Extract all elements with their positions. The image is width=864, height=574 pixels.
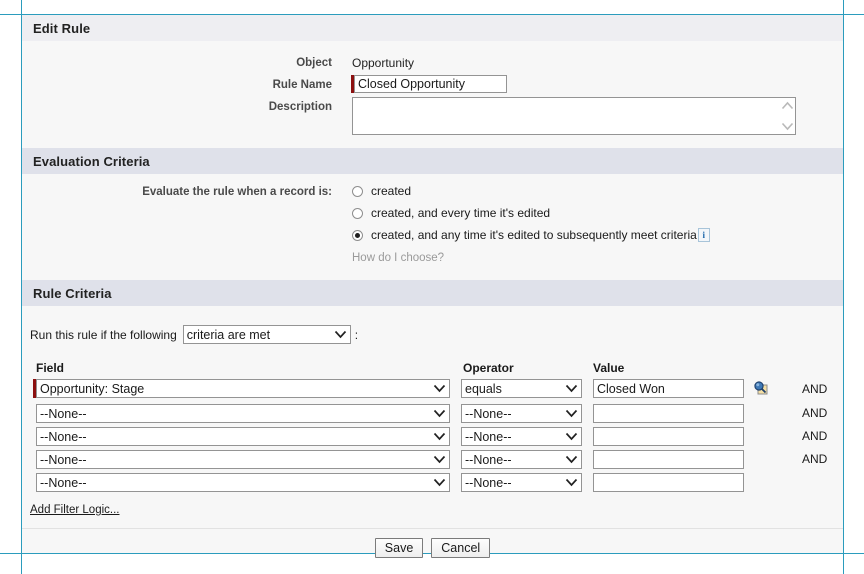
section-body-evaluation-criteria: Evaluate the rule when a record is: crea… xyxy=(22,174,843,280)
criteria-row-1-value-input[interactable] xyxy=(593,379,744,398)
description-textarea[interactable] xyxy=(352,97,796,135)
criteria-row-4-operator-select[interactable]: --None-- xyxy=(461,450,582,469)
section-title-rule-criteria: Rule Criteria xyxy=(33,286,112,301)
column-header-field: Field xyxy=(36,361,64,375)
footer-actions: Save Cancel xyxy=(22,534,843,562)
criteria-row-3-value-input[interactable] xyxy=(593,427,744,446)
criteria-row-3-field-select-wrap[interactable]: --None-- xyxy=(36,427,450,446)
criteria-row-2-operator-select[interactable]: --None-- xyxy=(461,404,582,423)
radio-icon-created[interactable] xyxy=(352,186,363,197)
criteria-row-4-field-select-wrap[interactable]: --None-- xyxy=(36,450,450,469)
criteria-row-3-operator-select[interactable]: --None-- xyxy=(461,427,582,446)
criteria-conjunction-1: AND xyxy=(802,382,827,396)
run-rule-suffix: : xyxy=(355,328,358,342)
section-title-evaluation-criteria: Evaluation Criteria xyxy=(33,154,150,169)
radio-option-created-every-edit[interactable]: created, and every time it's edited xyxy=(352,206,550,220)
page-root: Edit Rule Object Opportunity Rule Name D… xyxy=(0,0,864,574)
criteria-row-5-operator-select[interactable]: --None-- xyxy=(461,473,582,492)
criteria-row-4-value-input[interactable] xyxy=(593,450,744,469)
how-do-i-choose-link[interactable]: How do I choose? xyxy=(352,252,444,264)
description-label: Description xyxy=(202,101,332,113)
radio-label-created: created xyxy=(371,184,411,198)
criteria-conjunction-4: AND xyxy=(802,452,827,466)
section-header-evaluation-criteria: Evaluation Criteria xyxy=(22,148,843,174)
object-label: Object xyxy=(202,57,332,69)
criteria-row-4-field-select[interactable]: --None-- xyxy=(36,450,450,469)
lookup-search-icon[interactable] xyxy=(753,380,768,395)
criteria-row-3-field-select[interactable]: --None-- xyxy=(36,427,450,446)
frame-rule-right xyxy=(843,0,844,574)
form-content: Edit Rule Object Opportunity Rule Name D… xyxy=(22,15,843,553)
criteria-row-2-field-select[interactable]: --None-- xyxy=(36,404,450,423)
column-header-operator: Operator xyxy=(463,361,514,375)
section-title-edit-rule: Edit Rule xyxy=(33,21,90,36)
radio-icon-created-every-edit[interactable] xyxy=(352,208,363,219)
criteria-row-3-operator-select-wrap[interactable]: --None-- xyxy=(461,427,582,446)
criteria-row-1-field-select-wrap[interactable]: Opportunity: Stage xyxy=(36,379,450,398)
criteria-mode-select-wrap[interactable]: criteria are met xyxy=(183,325,351,344)
radio-option-created-meet-criteria[interactable]: created, and any time it's edited to sub… xyxy=(352,228,710,242)
footer-divider xyxy=(22,528,843,529)
criteria-row-5-value-input[interactable] xyxy=(593,473,744,492)
criteria-row-1-field-select[interactable]: Opportunity: Stage xyxy=(36,379,450,398)
column-header-value: Value xyxy=(593,361,624,375)
criteria-row-5-operator-select-wrap[interactable]: --None-- xyxy=(461,473,582,492)
rule-name-input[interactable] xyxy=(354,75,507,93)
rule-name-label: Rule Name xyxy=(202,79,332,91)
criteria-row-2-field-select-wrap[interactable]: --None-- xyxy=(36,404,450,423)
section-header-edit-rule: Edit Rule xyxy=(22,15,843,41)
criteria-row-1-operator-select-wrap[interactable]: equals xyxy=(461,379,582,398)
radio-label-created-every-edit: created, and every time it's edited xyxy=(371,206,550,220)
criteria-row-1-operator-select[interactable]: equals xyxy=(461,379,582,398)
criteria-row-5-field-select-wrap[interactable]: --None-- xyxy=(36,473,450,492)
add-filter-logic-link[interactable]: Add Filter Logic... xyxy=(30,504,119,516)
run-rule-prefix: Run this rule if the following xyxy=(30,328,177,342)
criteria-row-2-operator-select-wrap[interactable]: --None-- xyxy=(461,404,582,423)
criteria-row-2-value-input[interactable] xyxy=(593,404,744,423)
cancel-button[interactable]: Cancel xyxy=(431,538,490,558)
evaluate-prompt-label: Evaluate the rule when a record is: xyxy=(82,186,332,198)
radio-icon-created-meet-criteria[interactable] xyxy=(352,230,363,241)
radio-option-created[interactable]: created xyxy=(352,184,411,198)
object-value: Opportunity xyxy=(352,56,414,70)
section-body-edit-rule: Object Opportunity Rule Name Description xyxy=(22,41,843,158)
criteria-conjunction-3: AND xyxy=(802,429,827,443)
criteria-conjunction-2: AND xyxy=(802,406,827,420)
criteria-row-5-field-select[interactable]: --None-- xyxy=(36,473,450,492)
criteria-mode-select[interactable]: criteria are met xyxy=(183,325,351,344)
section-body-rule-criteria: Run this rule if the following criteria … xyxy=(22,306,843,525)
info-icon[interactable]: i xyxy=(698,228,710,242)
section-header-rule-criteria: Rule Criteria xyxy=(22,280,843,306)
radio-label-created-meet-criteria: created, and any time it's edited to sub… xyxy=(371,228,697,242)
save-button[interactable]: Save xyxy=(375,538,424,558)
criteria-row-4-operator-select-wrap[interactable]: --None-- xyxy=(461,450,582,469)
run-rule-line: Run this rule if the following criteria … xyxy=(30,325,358,344)
